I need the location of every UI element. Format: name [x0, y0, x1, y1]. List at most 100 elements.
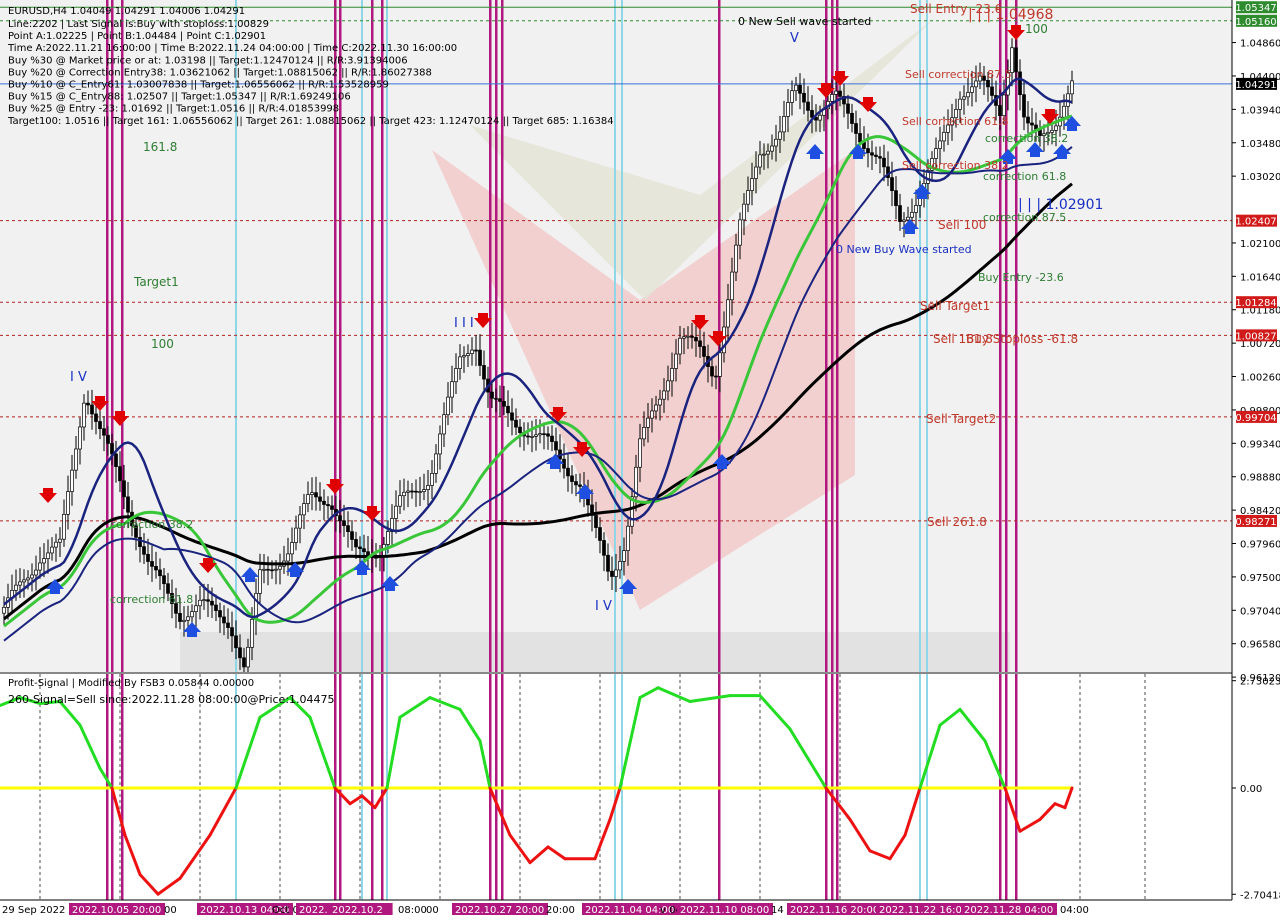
price-tick-label: 1.03940: [1240, 105, 1280, 116]
candle-body: [26, 577, 30, 581]
candle-body: [666, 380, 670, 392]
candle-body: [278, 565, 282, 570]
candle-body: [430, 473, 434, 486]
candle-body: [718, 352, 722, 377]
candle-body: [554, 441, 558, 451]
chart-annotation: Sell correction 61.8: [902, 115, 1009, 128]
candle-body: [274, 568, 278, 571]
candle-body: [242, 657, 246, 668]
candle-body: [570, 475, 574, 482]
chart-annotation: V: [790, 31, 799, 46]
candle-body: [1062, 105, 1066, 118]
candle-body: [386, 531, 390, 545]
candle-body: [874, 154, 878, 157]
candle-body: [238, 647, 242, 659]
candle-body: [758, 154, 762, 168]
candle-body: [246, 646, 250, 668]
candle-body: [942, 132, 946, 142]
candle-body: [746, 190, 750, 205]
candle-body: [702, 346, 706, 357]
candle-body: [166, 583, 170, 594]
candle-body: [710, 366, 714, 377]
candle-body: [138, 536, 142, 547]
candle-body: [698, 340, 702, 347]
signal-info-line: Point A:1.02225 | Point B:1.04484 | Poin…: [8, 31, 266, 42]
price-badge-label: 1.05160: [1235, 17, 1276, 28]
candle-body: [106, 434, 110, 444]
candle-body: [878, 156, 882, 159]
indicator-tick-label: 2.73023: [1240, 677, 1280, 688]
candle-body: [774, 138, 778, 147]
candle-body: [462, 355, 466, 358]
candle-body: [362, 548, 366, 553]
candle-body: [646, 417, 650, 428]
signal-info-line: Buy %20 @ Correction Entry38: 1.03621062…: [8, 67, 432, 78]
candle-body: [738, 219, 742, 246]
candle-body: [986, 80, 990, 88]
candle-body: [834, 90, 838, 95]
candle-body: [434, 453, 438, 474]
candle-body: [418, 491, 422, 493]
candle-body: [662, 390, 666, 400]
candle-body: [234, 635, 238, 649]
candle-body: [870, 152, 874, 156]
candle-body: [694, 337, 698, 342]
candle-body: [890, 177, 894, 192]
candle-body: [302, 503, 306, 516]
candle-body: [578, 484, 582, 487]
time-label: 08:00: [398, 905, 427, 916]
candle-body: [970, 86, 974, 93]
candle-body: [414, 490, 418, 493]
candle-body: [314, 492, 318, 498]
candle-body: [594, 515, 598, 528]
candle-body: [1030, 122, 1034, 126]
candle-body: [150, 561, 154, 567]
time-label: 20:00: [546, 905, 575, 916]
candle-body: [402, 491, 406, 497]
candle-body: [762, 153, 766, 156]
candle-body: [306, 494, 310, 504]
time-label: 00: [164, 905, 177, 916]
candle-body: [158, 569, 162, 577]
signal-info-line: Buy %10 @ C_Entry61: 1.03007838 || Targe…: [8, 80, 389, 91]
time-axis[interactable]: 29 Sep 2022 2022.10.05 20:00 00 2022.10.13 …: [2, 903, 1089, 916]
candle-body: [42, 558, 46, 564]
candle-body: [530, 436, 534, 438]
candle-body: [690, 335, 694, 338]
candle-body: [342, 520, 346, 527]
candle-body: [126, 496, 130, 513]
chart-annotation: 0 New Buy Wave started: [836, 243, 972, 256]
candle-body: [678, 337, 682, 355]
candle-body: [250, 618, 254, 648]
price-tick-label: 0.98880: [1240, 473, 1280, 484]
candle-body: [614, 569, 618, 577]
time-label: 00: [426, 905, 439, 916]
candle-body: [534, 434, 538, 437]
time-label: 04:00: [1060, 905, 1089, 916]
panel-separator[interactable]: [0, 672, 1232, 674]
candle-body: [642, 427, 646, 440]
candle-body: [110, 443, 114, 455]
price-badge-label: 0.99704: [1235, 413, 1276, 424]
candle-body: [674, 353, 678, 369]
candle-body: [346, 525, 350, 532]
chart-annotation: Sell Target2: [926, 412, 996, 426]
time-label: 2022.10.27 20:00: [455, 905, 544, 916]
candle-body: [598, 527, 602, 541]
candle-body: [526, 435, 530, 438]
candle-body: [790, 90, 794, 103]
candle-body: [422, 489, 426, 492]
candle-body: [14, 584, 18, 591]
chart-annotation: Target1: [133, 275, 179, 289]
price-badge-label: 1.02407: [1235, 217, 1276, 228]
candle-body: [902, 219, 906, 222]
candle-body: [1014, 47, 1018, 73]
candle-body: [446, 396, 450, 416]
candle-body: [846, 103, 850, 114]
candle-body: [410, 490, 414, 493]
candle-body: [310, 492, 314, 495]
candle-body: [122, 480, 126, 498]
price-badge-label: 1.01284: [1235, 298, 1276, 309]
signal-info-line: Target100: 1.0516 || Target 161: 1.06556…: [7, 116, 614, 127]
price-badge-label: 0.98271: [1235, 517, 1276, 528]
